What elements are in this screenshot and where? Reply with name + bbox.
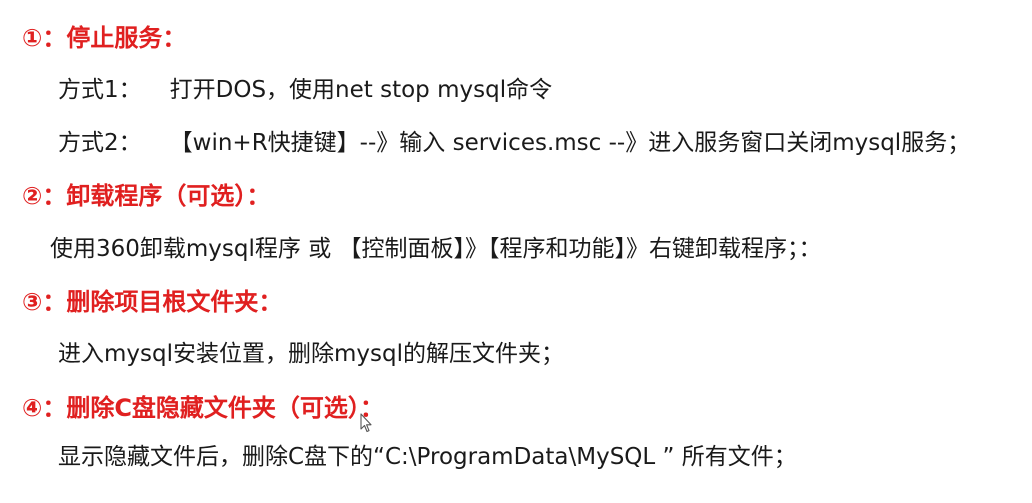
section-2-heading: ②：卸载程序（可选）： <box>22 182 271 210</box>
method-2-text: 【win+R快捷键】--》输入 services.msc --》进入服务窗口关闭… <box>169 130 971 156</box>
stop-method-2: 方式2： 【win+R快捷键】--》输入 services.msc --》进入服务… <box>58 132 970 155</box>
section-3-heading: ③：删除项目根文件夹： <box>22 288 283 316</box>
method-1-text: 打开DOS，使用net stop mysql命令 <box>169 77 553 103</box>
stop-method-1: 方式1： 打开DOS，使用net stop mysql命令 <box>58 79 552 102</box>
delete-folder-instruction: 进入mysql安装位置，删除mysql的解压文件夹； <box>58 341 564 367</box>
section-4-heading: ④：删除C盘隐藏文件夹（可选）： <box>22 394 384 422</box>
uninstall-instruction: 使用360卸载mysql程序 或 【控制面板】》【程序和功能】》右键卸载程序；： <box>50 236 822 262</box>
method-2-label: 方式2： <box>58 130 142 156</box>
delete-hidden-folder-instruction: 显示隐藏文件后，删除C盘下的“C:\ProgramData\MySQL ” 所有… <box>58 444 797 470</box>
method-1-label: 方式1： <box>58 77 142 103</box>
section-1-heading: ①：停止服务： <box>22 24 187 52</box>
mouse-pointer-icon <box>360 413 372 433</box>
